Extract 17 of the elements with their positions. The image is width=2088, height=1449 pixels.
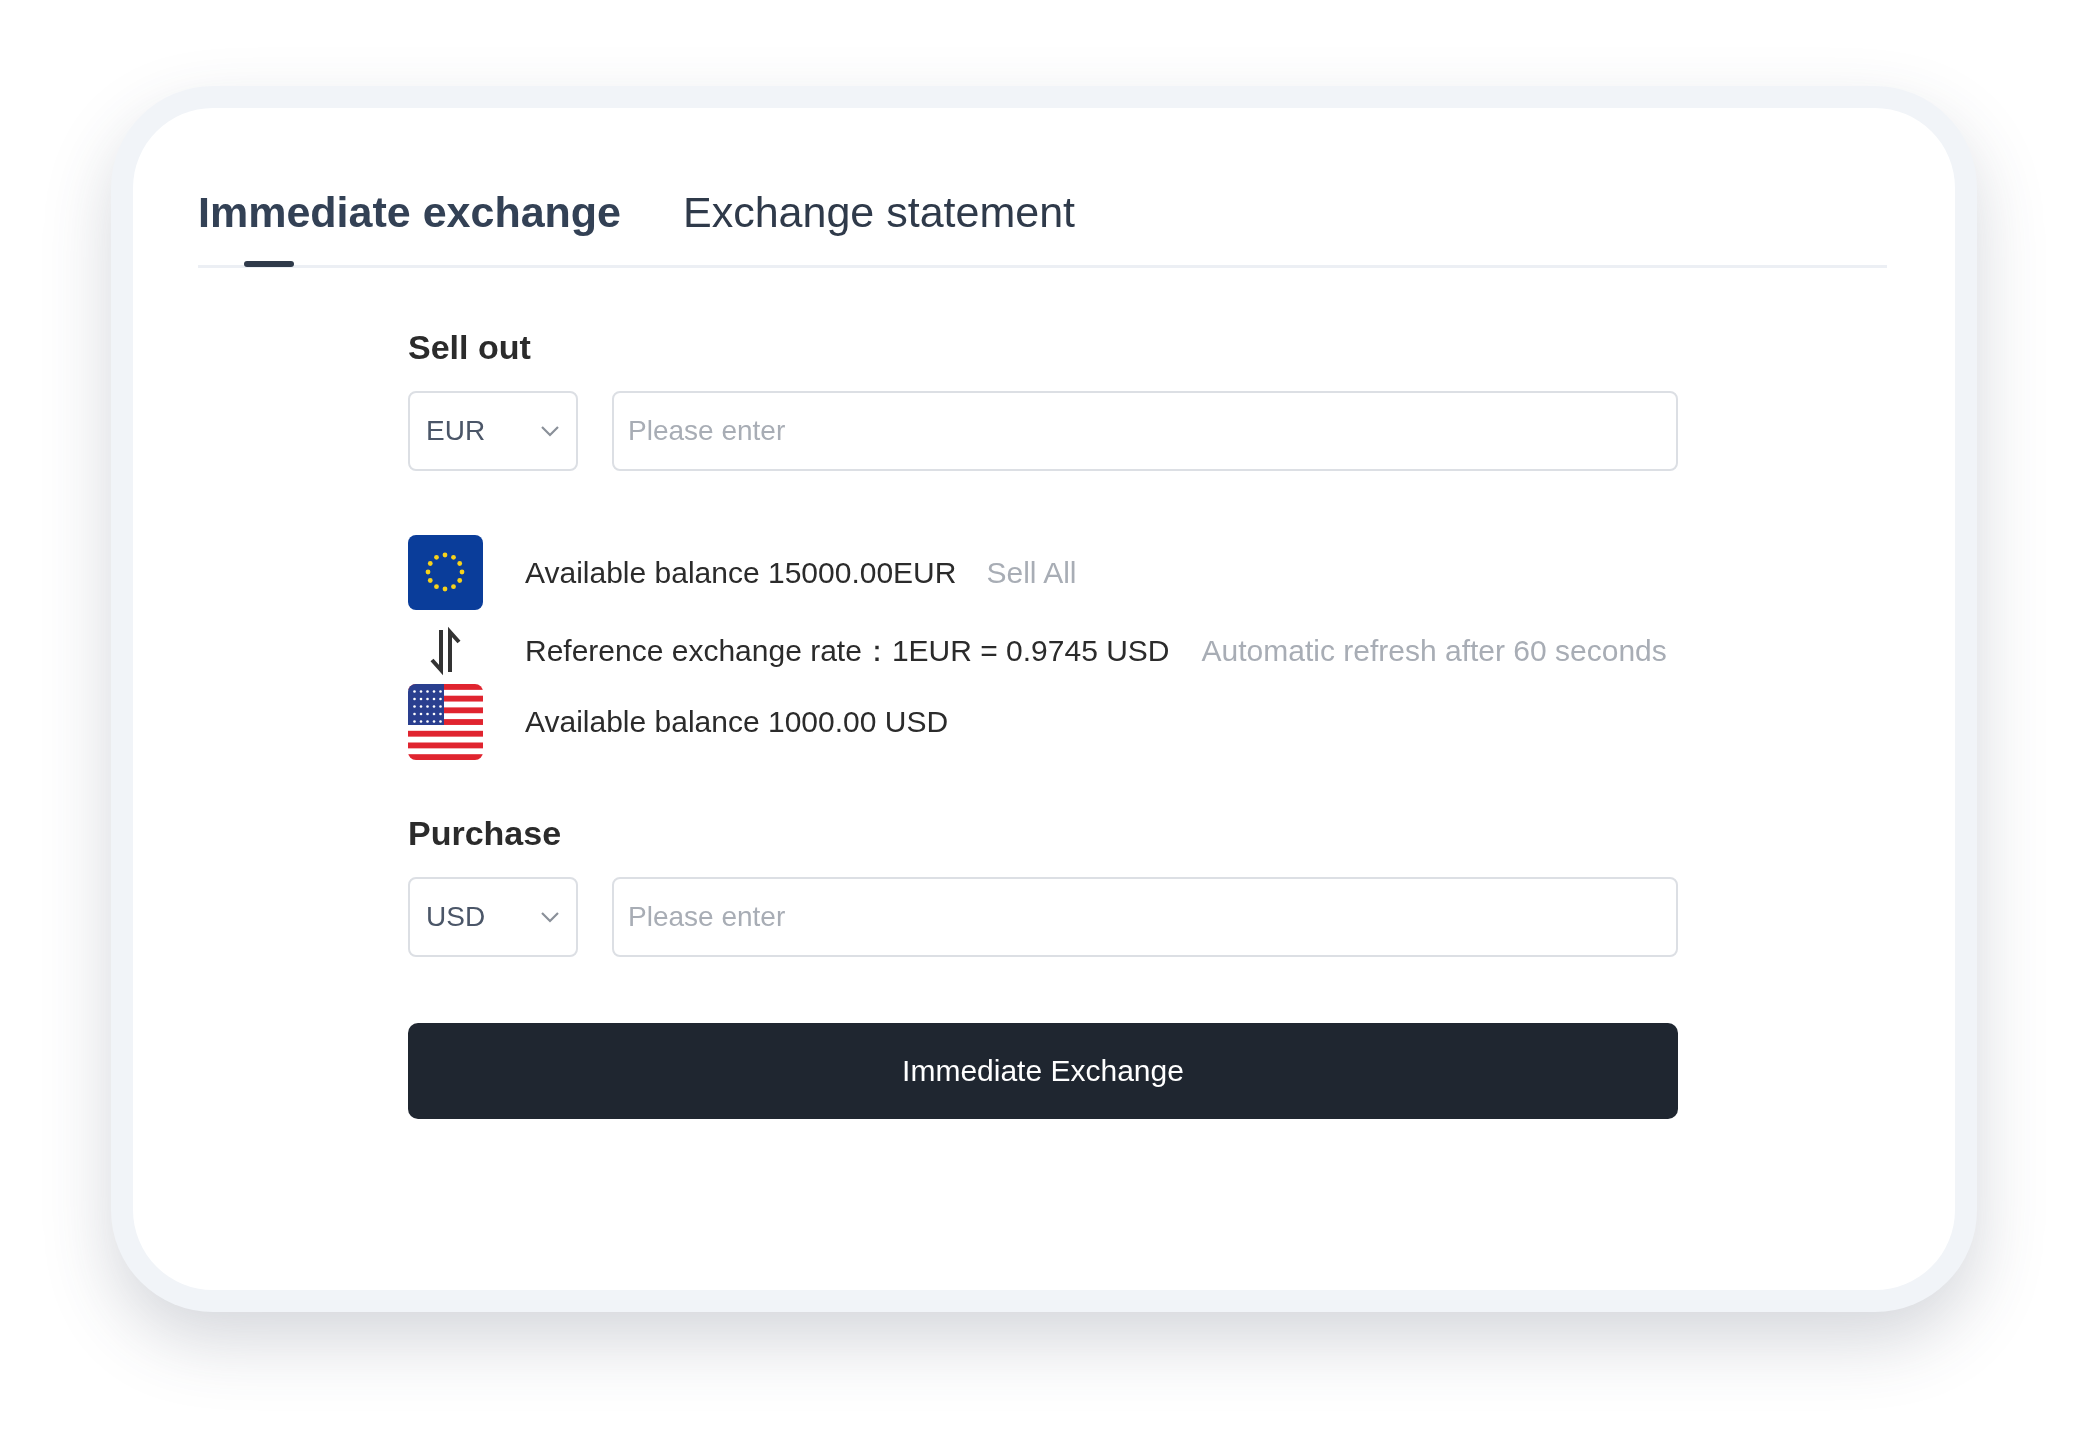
- info-text: Available balance 1000.00 USD: [525, 705, 949, 739]
- flag-icon: [408, 535, 483, 610]
- section-title: Sell out: [408, 328, 532, 367]
- currency-select[interactable]: EUR: [408, 391, 578, 471]
- section-title: Purchase: [408, 814, 563, 853]
- info-text: Available balance 15000.00EUR: [525, 555, 957, 590]
- currency-select[interactable]: USD: [408, 877, 578, 957]
- tab[interactable]: Exchange statement: [683, 188, 1076, 265]
- flag-icon: [408, 684, 483, 760]
- chevron-icon: [540, 425, 560, 437]
- refresh-note: Automatic refresh after 60 seconds: [1201, 634, 1667, 668]
- amount-field[interactable]: Please enter: [612, 877, 1678, 957]
- exchange-button[interactable]: Immediate Exchange: [408, 1023, 1678, 1119]
- amount-field[interactable]: Please enter: [612, 391, 1678, 471]
- info-text: Reference exchange rate：1EUR = 0.9745 USD: [525, 632, 1170, 669]
- tab[interactable]: Immediate exchange: [198, 188, 621, 265]
- chevron-icon: [540, 911, 560, 923]
